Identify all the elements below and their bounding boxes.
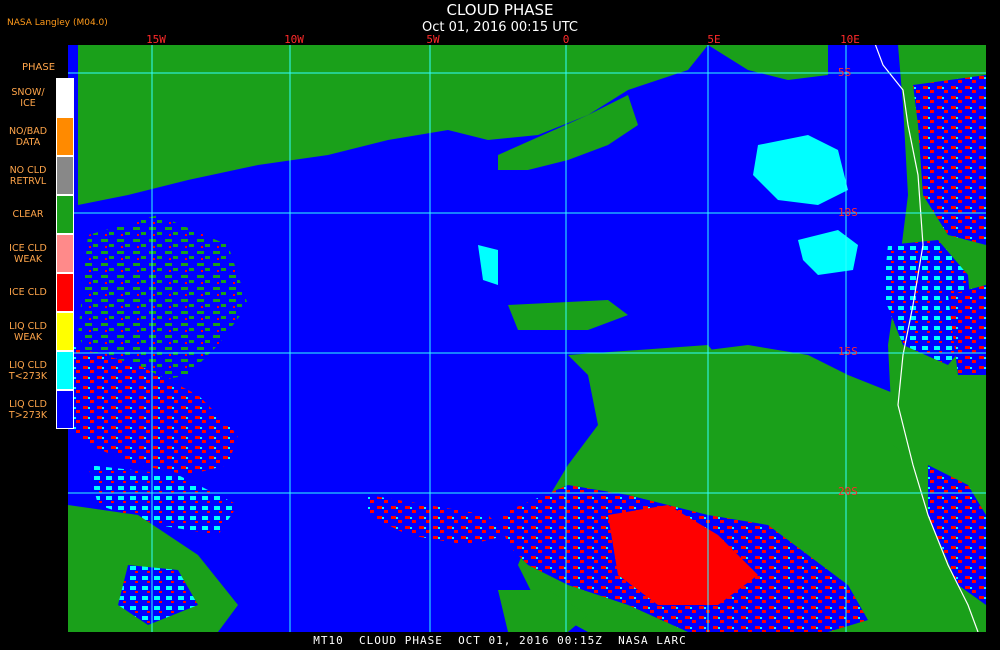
legend-item-liq-cld-weak: LIQ CLD WEAK <box>4 312 74 351</box>
legend-item-liq-cld-warm: LIQ CLD T>273K <box>4 390 74 429</box>
legend-label: ICE CLD <box>9 287 47 298</box>
legend-label: LIQ CLD T<273K <box>8 359 48 382</box>
legend-item-no-cld-retrvl: NO CLD RETRVL <box>4 156 74 195</box>
footer-caption: MT10 CLOUD PHASE OCT 01, 2016 00:15Z NAS… <box>313 634 687 647</box>
legend-label: LIQ CLD T>273K <box>8 398 48 421</box>
legend-swatch <box>56 312 74 351</box>
credit-label: NASA Langley (M04.0) <box>7 18 108 28</box>
legend-item-snow-ice: SNOW/ ICE <box>4 78 74 117</box>
legend-swatch <box>56 195 74 234</box>
legend-swatch <box>56 117 74 156</box>
legend-swatch <box>56 156 74 195</box>
legend-swatch <box>56 390 74 429</box>
lat-label-20s: 20S <box>838 485 858 498</box>
legend-swatch <box>56 351 74 390</box>
legend-label: ICE CLD WEAK <box>9 242 47 265</box>
lat-label-15s: 15S <box>838 345 858 358</box>
legend-swatch <box>56 273 74 312</box>
legend-item-clear: CLEAR <box>4 195 74 234</box>
legend-swatch <box>56 78 74 117</box>
map-title: CLOUD PHASE <box>446 1 554 19</box>
legend-title: PHASE <box>22 62 56 73</box>
legend-item-ice-cld: ICE CLD <box>4 273 74 312</box>
phase-legend: SNOW/ ICE NO/BAD DATA NO CLD RETRVL CLEA… <box>4 78 74 429</box>
legend-label: CLEAR <box>12 209 44 220</box>
lat-label-10s: 10S <box>838 206 858 219</box>
cloud-phase-map <box>68 45 986 632</box>
legend-swatch <box>56 234 74 273</box>
legend-label: SNOW/ ICE <box>11 86 45 109</box>
legend-item-ice-cld-weak: ICE CLD WEAK <box>4 234 74 273</box>
legend-label: NO CLD RETRVL <box>9 164 47 187</box>
legend-label: LIQ CLD WEAK <box>9 320 47 343</box>
legend-item-liq-cld-cold: LIQ CLD T<273K <box>4 351 74 390</box>
legend-label: NO/BAD DATA <box>8 125 48 148</box>
legend-item-no-bad-data: NO/BAD DATA <box>4 117 74 156</box>
lat-label-5s: 5S <box>838 66 852 79</box>
